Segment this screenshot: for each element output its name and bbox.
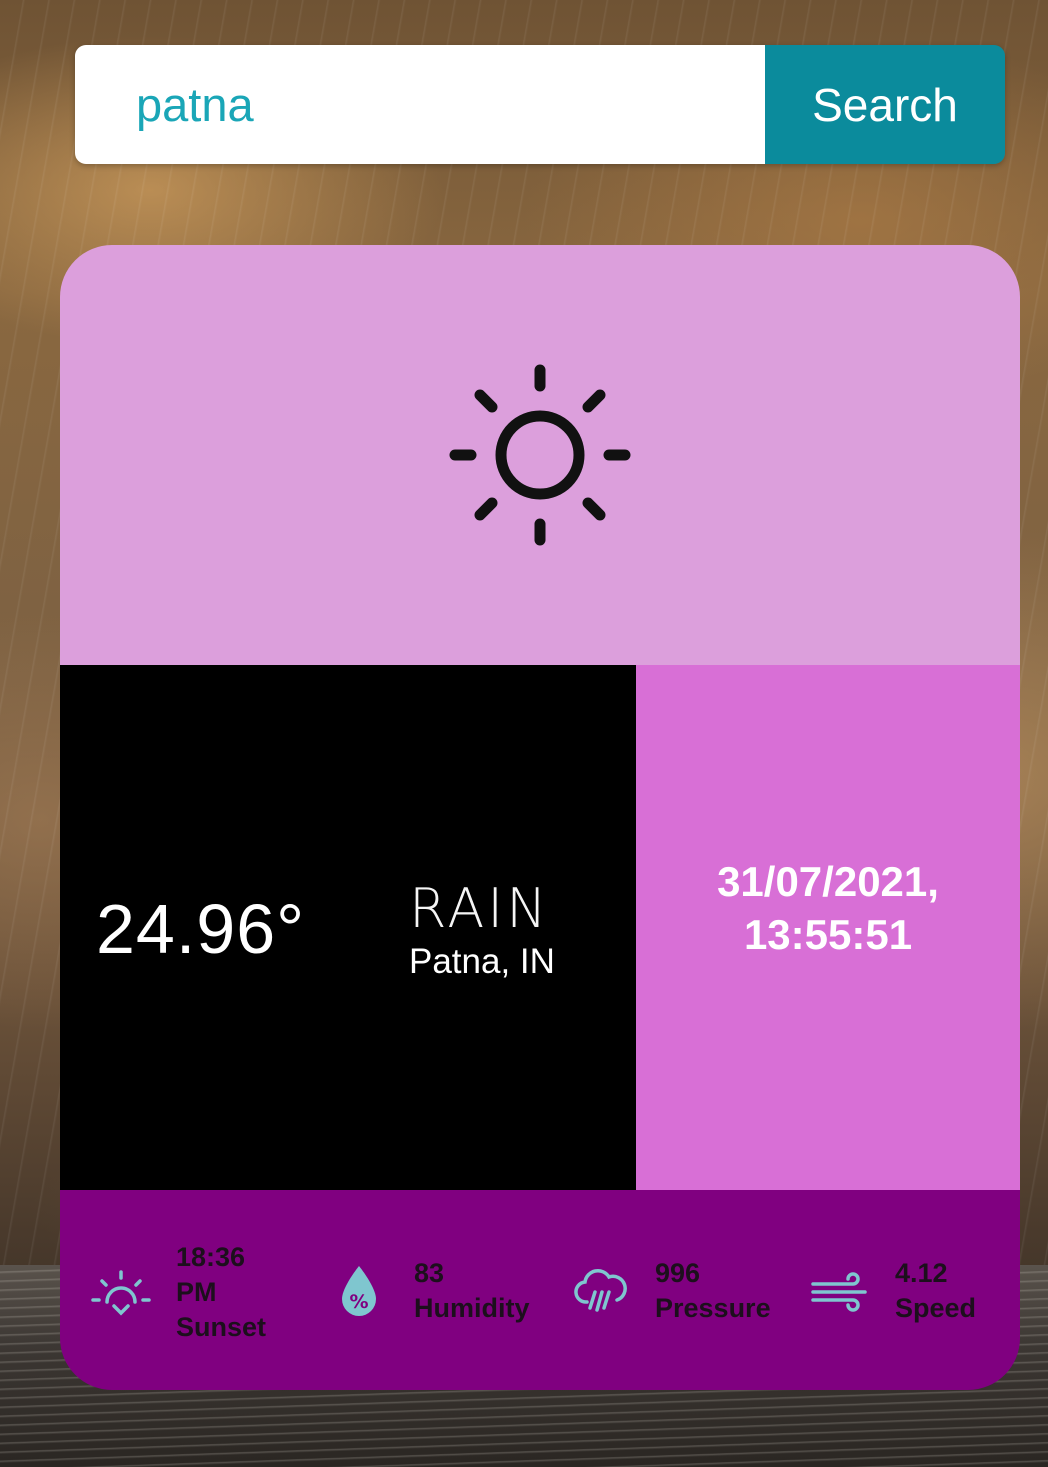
stat-wind-speed: 4.12 Speed	[809, 1256, 976, 1326]
search-input[interactable]	[75, 45, 765, 164]
weather-card: 24.96° RAIN Patna, IN 31/07/2021, 13:55:…	[60, 245, 1020, 1390]
sunset-text: 18:36 PM Sunset	[176, 1240, 266, 1345]
location-label: Patna, IN	[409, 942, 555, 981]
sunset-time: 18:36	[176, 1242, 246, 1272]
sunset-meridiem: PM	[176, 1277, 217, 1307]
pressure-value: 996	[655, 1258, 701, 1288]
weather-icon-panel	[60, 245, 1020, 665]
search-bar: Search	[75, 45, 1005, 164]
stats-panel: 18:36 PM Sunset % 83 Humidity 996 Pressu…	[60, 1190, 1020, 1390]
humidity-drop-icon: %	[342, 1266, 376, 1316]
temperature-panel: 24.96° RAIN Patna, IN	[60, 665, 636, 1190]
datetime: 31/07/2021, 13:55:51	[717, 855, 939, 961]
datetime-panel: 31/07/2021, 13:55:51	[636, 665, 1020, 1190]
wind-speed-label: Speed	[895, 1293, 977, 1323]
sun-icon	[449, 364, 631, 546]
stat-sunset: 18:36 PM Sunset	[90, 1240, 266, 1345]
time-value: 13:55:51	[743, 910, 913, 958]
search-button[interactable]: Search	[765, 45, 1005, 164]
temperature-value: 24.96°	[96, 890, 306, 968]
stat-humidity: % 83 Humidity	[328, 1256, 530, 1326]
wind-icon	[811, 1272, 867, 1312]
pressure-text: 996 Pressure	[655, 1256, 771, 1326]
svg-text:%: %	[349, 1291, 368, 1313]
humidity-value: 83	[414, 1258, 445, 1288]
sunset-label: Sunset	[176, 1312, 267, 1342]
stat-pressure: 996 Pressure	[569, 1256, 771, 1326]
humidity-text: 83 Humidity	[414, 1256, 530, 1326]
rain-cloud-icon	[574, 1269, 627, 1312]
wind-speed-text: 4.12 Speed	[895, 1256, 976, 1326]
weather-condition: RAIN	[409, 877, 550, 940]
humidity-label: Humidity	[414, 1293, 530, 1323]
wind-speed-value: 4.12	[895, 1258, 948, 1288]
pressure-label: Pressure	[655, 1293, 771, 1323]
date-value: 31/07/2021,	[717, 857, 939, 905]
sunset-icon	[91, 1269, 151, 1315]
